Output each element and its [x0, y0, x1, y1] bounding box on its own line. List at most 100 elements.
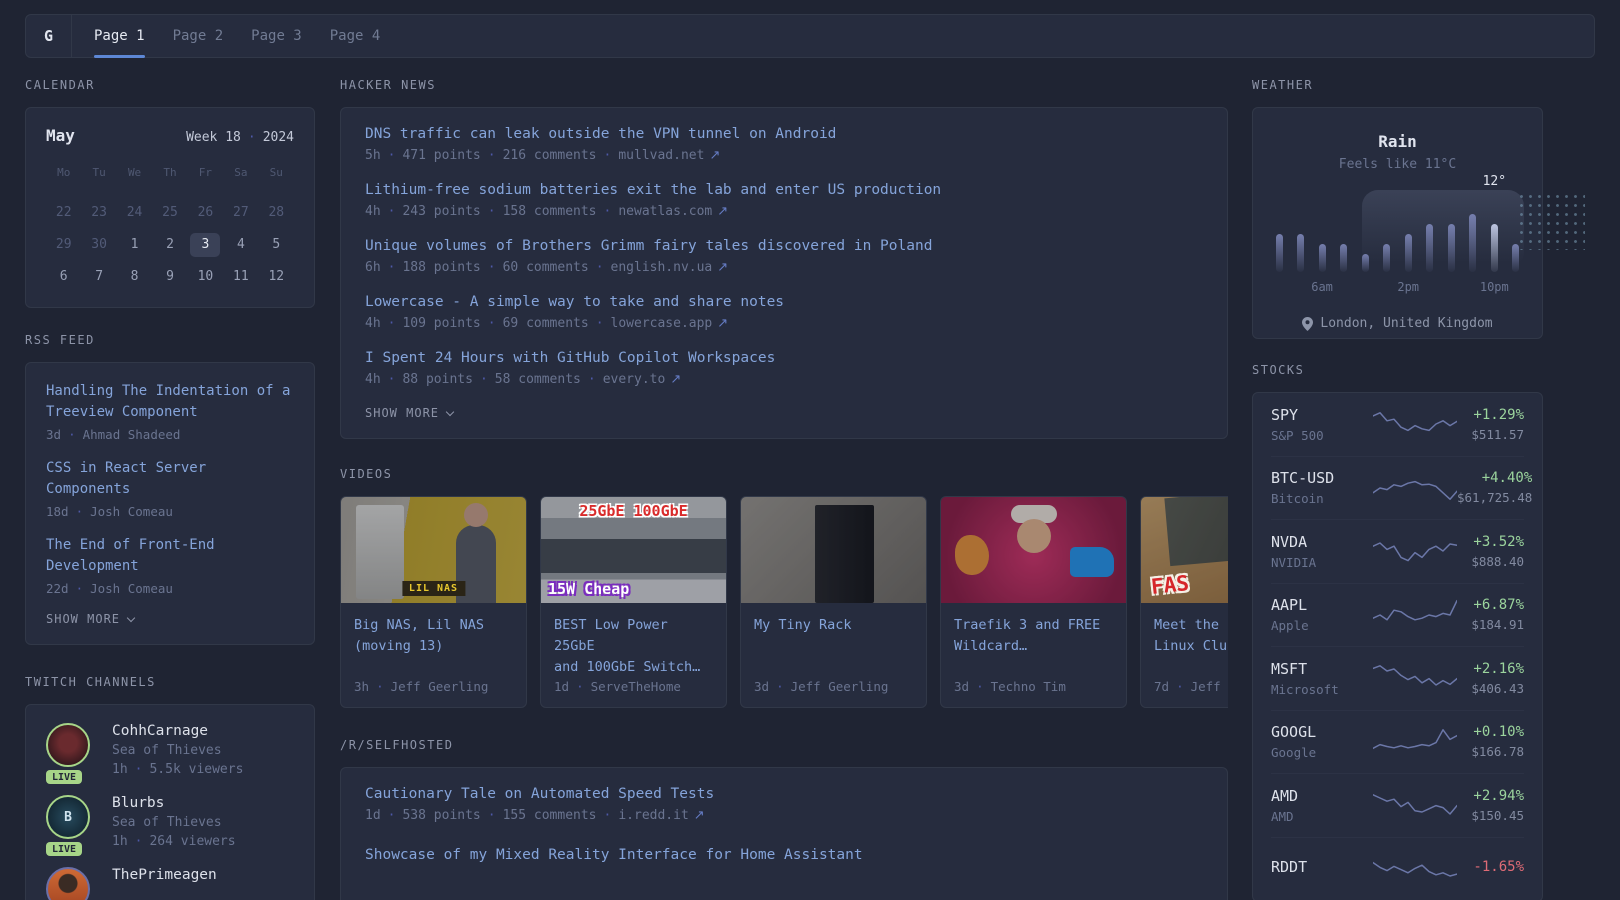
hn-show-more-button[interactable]: SHOW MORE [365, 406, 1203, 420]
rss-link[interactable]: CSS in React Server Components [46, 458, 294, 500]
avatar: B [46, 795, 90, 839]
twitch-channel-blurbs[interactable]: B LIVE Blurbs Sea of Thieves 1h·264 view… [46, 795, 294, 849]
reddit-link[interactable]: Showcase of my Mixed Reality Interface f… [365, 847, 1203, 863]
video-title: Meet theLinux Clu [1154, 615, 1228, 657]
video-thumbnail: LIL NAS [341, 497, 526, 603]
weather-bar [1512, 244, 1519, 272]
stock-ticker: GOOGL [1271, 723, 1373, 741]
calendar-day-today: 3 [190, 233, 220, 257]
hn-comments-link[interactable]: 60 comments [503, 260, 589, 275]
stock-sparkline [1373, 723, 1457, 761]
hn-domain-link[interactable]: english.nv.ua [611, 260, 713, 275]
hn-link[interactable]: Lowercase - A simple way to take and sha… [365, 294, 1203, 310]
cap-art [1011, 505, 1057, 523]
rss-meta: 3d·Ahmad Shadeed [46, 427, 294, 442]
section-title-selfhosted: /R/SELFHOSTED [340, 738, 1228, 752]
calendar-day: 25 [152, 201, 187, 225]
twitch-channel-cohhcarnage[interactable]: LIVE CohhCarnage Sea of Thieves 1h·5.5k … [46, 723, 294, 777]
thumbnail-bottom-text: 15W Cheap [548, 580, 629, 598]
hn-comments-link[interactable]: 69 comments [503, 316, 589, 331]
video-title: BEST Low Power 25GbEand 100GbE Switch… [554, 615, 713, 678]
calendar-week: Week 18·2024 [186, 130, 294, 145]
stock-row-spy[interactable]: SPYS&P 500 +1.29%$511.57 [1271, 393, 1524, 457]
reddit-link[interactable]: Cautionary Tale on Automated Speed Tests [365, 786, 1203, 802]
weather-bar-cell [1275, 192, 1283, 272]
weather-bar [1383, 244, 1390, 272]
hn-domain-link[interactable]: every.to [603, 372, 666, 387]
video-card[interactable]: LIL NAS Big NAS, Lil NAS(moving 13) 3h·J… [340, 496, 527, 708]
stocks-widget: SPYS&P 500 +1.29%$511.57 BTC-USDBitcoin … [1252, 392, 1543, 900]
stock-row-msft[interactable]: MSFTMicrosoft +2.16%$406.43 [1271, 647, 1524, 711]
calendar-day: 6 [46, 265, 81, 289]
stock-row-rddt[interactable]: RDDT -1.65% [1271, 838, 1524, 900]
avatar [46, 867, 90, 900]
hn-link[interactable]: Unique volumes of Brothers Grimm fairy t… [365, 238, 1203, 254]
hn-link[interactable]: I Spent 24 Hours with GitHub Copilot Wor… [365, 350, 1203, 366]
stock-name: Microsoft [1271, 682, 1373, 697]
tab-page-3[interactable]: Page 3 [251, 15, 302, 57]
hn-domain-link[interactable]: lowercase.app [611, 316, 713, 331]
app-logo[interactable]: G [26, 15, 72, 57]
calendar-day: 9 [152, 265, 187, 289]
calendar-widget: May Week 18·2024 Mo Tu We Th Fr Sa Su 22… [25, 107, 315, 308]
section-title-twitch: TWITCH CHANNELS [25, 675, 315, 689]
hn-link[interactable]: Lithium-free sodium batteries exit the l… [365, 182, 1203, 198]
tab-page-2[interactable]: Page 2 [173, 15, 224, 57]
hn-comments-link[interactable]: 58 comments [495, 372, 581, 387]
rss-widget: Handling The Indentation of a Treeview C… [25, 362, 315, 645]
stock-change: +6.87% [1457, 597, 1524, 613]
rss-link[interactable]: The End of Front-End Development [46, 535, 294, 577]
stock-ticker: SPY [1271, 406, 1373, 424]
stock-row-nvda[interactable]: NVDANVIDIA +3.52%$888.40 [1271, 520, 1524, 584]
weather-bar [1340, 244, 1347, 272]
video-card[interactable]: FAS Meet theLinux Clu 7d·Jeff Geerling [1140, 496, 1228, 708]
stock-price: $150.45 [1457, 808, 1524, 823]
right-column: WEATHER Rain Feels like 11°C 6am2pm12°10… [1252, 78, 1543, 900]
videos-row: LIL NAS Big NAS, Lil NAS(moving 13) 3h·J… [340, 496, 1228, 708]
weather-bar-cell [1340, 192, 1348, 272]
weather-current-temp: 12° [1483, 174, 1506, 189]
video-thumbnail [941, 497, 1126, 603]
video-card[interactable]: Traefik 3 and FREEWildcard… 3d·Techno Ti… [940, 496, 1127, 708]
reddit-domain-link[interactable]: i.redd.it [618, 808, 688, 823]
twitch-channel-theprimeagen[interactable]: ThePrimeagen [46, 867, 294, 900]
stock-name: AMD [1271, 809, 1373, 824]
calendar-day: 12 [259, 265, 294, 289]
hn-comments-link[interactable]: 158 comments [503, 204, 597, 219]
stock-price: $511.57 [1457, 427, 1524, 442]
stock-change: +3.52% [1457, 534, 1524, 550]
reddit-widget: Cautionary Tale on Automated Speed Tests… [340, 767, 1228, 900]
hn-link[interactable]: DNS traffic can leak outside the VPN tun… [365, 126, 1203, 142]
weather-bar-cell [1297, 192, 1305, 272]
twitch-avatar-wrap [46, 867, 94, 900]
stock-row-aapl[interactable]: AAPLApple +6.87%$184.91 [1271, 584, 1524, 648]
rss-link[interactable]: Handling The Indentation of a Treeview C… [46, 381, 294, 423]
hn-comments-link[interactable]: 216 comments [503, 148, 597, 163]
stock-sparkline [1373, 786, 1457, 824]
thumbnail-corner-text: FAS [1150, 571, 1190, 599]
hn-item: Unique volumes of Brothers Grimm fairy t… [365, 238, 1203, 275]
chevron-down-icon [127, 614, 135, 622]
stock-sparkline [1373, 659, 1457, 697]
rss-show-more-button[interactable]: SHOW MORE [46, 612, 294, 626]
channel-meta: 1h·264 viewers [112, 834, 236, 849]
weather-axis-label: 10pm [1480, 280, 1509, 294]
video-card[interactable]: 25GbE 100GbE 15W Cheap BEST Low Power 25… [540, 496, 727, 708]
video-card[interactable]: My Tiny Rack 3d·Jeff Geerling [740, 496, 927, 708]
reddit-comments-link[interactable]: 155 comments [503, 808, 597, 823]
middle-column: HACKER NEWS DNS traffic can leak outside… [340, 78, 1228, 900]
calendar-month: May [46, 126, 75, 145]
tab-page-1[interactable]: Page 1 [94, 15, 145, 57]
stock-ticker: AAPL [1271, 596, 1373, 614]
stock-row-amd[interactable]: AMDAMD +2.94%$150.45 [1271, 774, 1524, 838]
stock-row-googl[interactable]: GOOGLGoogle +0.10%$166.78 [1271, 711, 1524, 775]
weather-bar-cell [1361, 192, 1369, 272]
stock-row-btc[interactable]: BTC-USDBitcoin +4.40%$61,725.48 [1271, 457, 1524, 521]
hn-domain-link[interactable]: newatlas.com [618, 204, 712, 219]
hn-domain-link[interactable]: mullvad.net [618, 148, 704, 163]
tab-page-4[interactable]: Page 4 [330, 15, 381, 57]
weather-bar-cell [1469, 192, 1477, 272]
twitch-avatar-wrap: B LIVE [46, 795, 94, 849]
weather-feels-like: Feels like 11°C [1271, 157, 1524, 172]
calendar-day: 11 [223, 265, 258, 289]
